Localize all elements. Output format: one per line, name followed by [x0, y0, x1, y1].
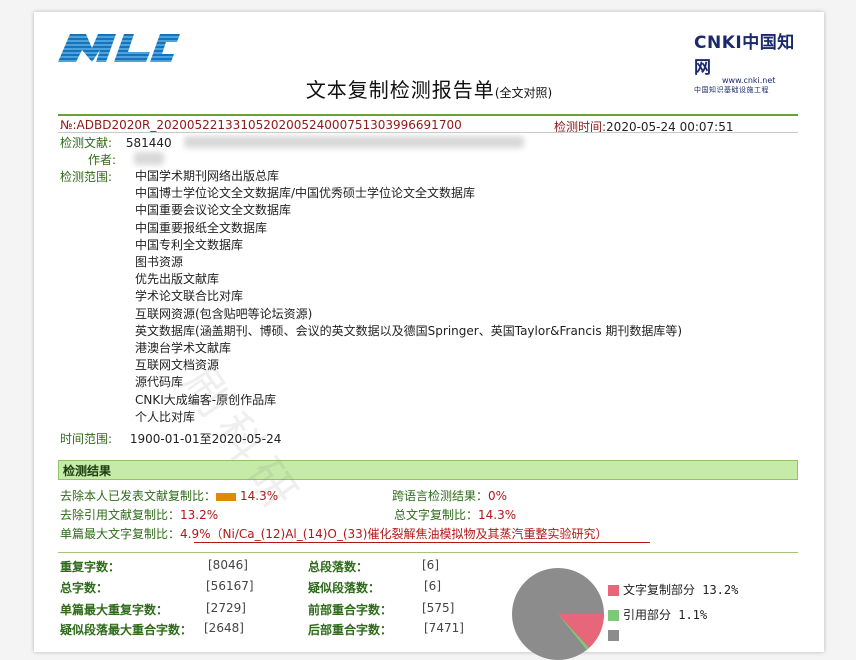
stat-front-overlap-label: 前部重合字数：	[308, 603, 393, 617]
amlc-logo	[58, 34, 180, 62]
stat-max-dup-num: [2729]	[206, 601, 246, 615]
author-label: 作者:	[88, 153, 117, 167]
report-id: №:ADBD2020R_2020052213310520200524000751…	[60, 118, 462, 132]
report-id-label: №:	[60, 118, 77, 132]
stat-dup-chars-num: [8046]	[208, 558, 248, 572]
report-title: 文本复制检测报告单(全文对照)	[34, 74, 824, 103]
scope-list: 中国学术期刊网络出版总库中国博士学位论文全文数据库/中国优秀硕士学位论文全文数据…	[135, 168, 682, 426]
scope-item: 图书资源	[135, 255, 184, 270]
report-id-bar: №:ADBD2020R_2020052213310520200524000751…	[58, 114, 798, 134]
stat-suspect-paras-label: 疑似段落数：	[308, 581, 381, 595]
stat-dup-chars: 重复字数：	[60, 558, 120, 575]
stat-suspect-max: 疑似段落最大重合字数：	[60, 621, 192, 638]
doc-row: 检测文献: 581440	[60, 134, 172, 151]
result-self-excluded-value: 14.3%	[240, 489, 279, 503]
stat-front-overlap-value: [575]	[422, 601, 454, 615]
report-page: CNKI中国知网 www.cnki.net 中国知识基础设施工程 文本复制检测报…	[34, 12, 824, 660]
cnki-logo: CNKI中国知网 www.cnki.net 中国知识基础设施工程	[694, 28, 804, 94]
redacted-title	[184, 136, 524, 148]
scope-item: 港澳台学术文献库	[135, 341, 232, 356]
result-max-single-value: 4.9%（Ni/Ca_(12)Al_(14)O_(33)催化裂解焦油模拟物及其蒸…	[180, 527, 608, 541]
result-cite-excluded-value: 13.2%	[180, 508, 219, 522]
stat-total-chars-num: [56167]	[206, 579, 254, 593]
result-cross-language: 跨语言检测结果：0%	[392, 487, 507, 504]
scope-item: 中国博士学位论文全文数据库/中国优秀硕士学位论文全文数据库	[135, 186, 476, 201]
divider	[58, 552, 798, 553]
stat-back-overlap-label: 后部重合字数：	[308, 623, 393, 637]
legend-copy-swatch	[608, 585, 619, 596]
stat-total-chars-value: [56167]	[206, 579, 254, 593]
result-total-label: 总文字复制比：	[394, 508, 479, 522]
legend-cite: 引用部分 1.1%	[608, 606, 707, 623]
scope-item: 中国学术期刊网络出版总库	[135, 169, 280, 183]
stat-suspect-max-label: 疑似段落最大重合字数：	[60, 623, 193, 637]
result-max-single-label: 单篇最大文字复制比：	[60, 527, 181, 541]
time-range-label: 时间范围:	[60, 432, 113, 446]
stat-max-dup-value: [2729]	[206, 601, 246, 615]
stat-total-paras: 总段落数：	[308, 558, 368, 575]
result-total: 总文字复制比：14.3%	[394, 506, 516, 523]
result-total-value: 14.3%	[478, 508, 517, 522]
result-self-excluded-label: 去除本人已发表文献复制比：	[60, 489, 217, 503]
legend-copy: 文字复制部分 13.2%	[608, 581, 738, 598]
result-cite-excluded-label: 去除引用文献复制比：	[60, 508, 181, 522]
stat-total-chars: 总字数：	[60, 579, 108, 596]
stat-back-overlap: 后部重合字数：	[308, 621, 392, 638]
time-range-row: 时间范围: 1900-01-01至2020-05-24	[60, 430, 281, 447]
doc-value: 581440	[125, 136, 172, 150]
source-underline	[194, 542, 650, 543]
result-max-single: 单篇最大文字复制比：4.9%（Ni/Ca_(12)Al_(14)O_(33)催化…	[60, 525, 607, 542]
scope-item: 中国重要会议论文全文数据库	[135, 203, 292, 218]
legend-other-swatch	[608, 630, 619, 641]
legend-copy-label: 文字复制部分 13.2%	[623, 583, 739, 597]
stat-suspect-paras-value: [6]	[424, 579, 441, 593]
stat-max-dup-label: 单篇最大重复字数：	[60, 603, 169, 617]
author-row: 作者:	[88, 151, 116, 168]
legend-cite-swatch	[608, 610, 619, 621]
report-title-suffix: (全文对照)	[494, 86, 553, 100]
stat-front-overlap: 前部重合字数：	[308, 601, 392, 618]
scope-item: 优先出版文献库	[135, 272, 220, 287]
scope-item: CNKI大成编客-原创作品库	[135, 392, 277, 407]
scope-item: 互联网文档资源	[135, 358, 220, 373]
result-self-excluded: 去除本人已发表文献复制比： 14.3%	[60, 487, 278, 504]
stat-max-dup: 单篇最大重复字数：	[60, 601, 168, 618]
scope-item: 源代码库	[135, 375, 184, 390]
scope-item: 英文数据库(涵盖期刊、博硕、会议的英文数据以及德国Springer、英国Tayl…	[135, 323, 683, 338]
scope-row: 检测范围:	[60, 168, 112, 185]
scope-item: 学术论文联合比对库	[135, 289, 244, 304]
result-cross-language-label: 跨语言检测结果：	[392, 489, 489, 503]
results-section-header: 检测结果	[58, 460, 798, 480]
stat-total-chars-label: 总字数：	[60, 581, 109, 595]
stat-total-paras-label: 总段落数：	[308, 560, 369, 574]
time-range-value: 1900-01-01至2020-05-24	[129, 432, 282, 446]
stat-dup-chars-label: 重复字数：	[60, 560, 121, 574]
scope-item: 中国专利全文数据库	[135, 237, 244, 252]
stat-front-overlap-num: [575]	[422, 601, 455, 615]
scope-label: 检测范围:	[60, 170, 113, 184]
stat-suspect-paras-num: [6]	[424, 579, 441, 593]
stat-suspect-paras: 疑似段落数：	[308, 579, 380, 596]
legend-cite-label: 引用部分 1.1%	[623, 608, 708, 622]
copy-ratio-pie	[512, 568, 604, 660]
stat-dup-chars-value: [8046]	[208, 558, 248, 572]
legend-other	[608, 628, 623, 642]
report-title-main: 文本复制检测报告单	[305, 78, 495, 102]
scope-item: 互联网资源(包含贴吧等论坛资源)	[135, 306, 313, 321]
cnki-brand: CNKI中国知网	[694, 33, 795, 78]
result-cite-excluded: 去除引用文献复制比：13.2%	[60, 506, 218, 523]
divider	[58, 132, 798, 133]
doc-label: 检测文献:	[60, 136, 113, 150]
report-id-value: ADBD2020R_202005221331052020052400075130…	[76, 118, 462, 132]
redacted-author	[134, 152, 164, 165]
ratio-bar	[216, 492, 237, 501]
scope-item: 个人比对库	[135, 409, 196, 424]
stat-total-paras-value: [6]	[422, 558, 439, 572]
scope-item: 中国重要报纸全文数据库	[135, 220, 268, 235]
result-cross-language-value: 0%	[488, 489, 508, 503]
stat-total-paras-num: [6]	[422, 558, 439, 572]
